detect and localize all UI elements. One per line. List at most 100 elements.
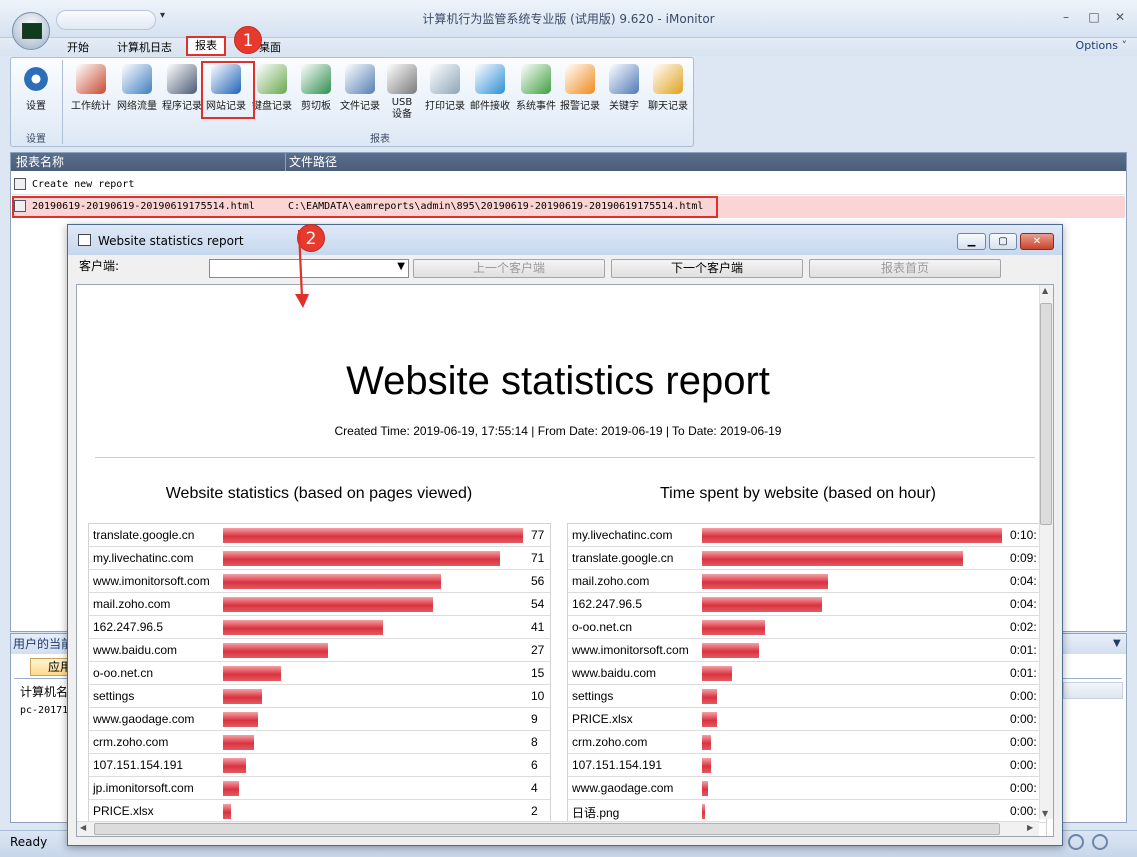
bar-value: 0:01: xyxy=(1010,666,1037,680)
table-row: translate.google.cn 77 xyxy=(89,524,550,547)
row-label: o-oo.net.cn xyxy=(93,666,154,680)
bar-value: 6 xyxy=(531,758,538,772)
client-label: 客户端: xyxy=(79,259,120,273)
ribbon-button-0[interactable]: 工作统计 xyxy=(69,62,113,122)
scroll-left-icon[interactable]: ◀ xyxy=(80,823,86,832)
bar-value: 0:04: xyxy=(1010,574,1037,588)
status-text: Ready xyxy=(10,835,48,849)
bar-value: 0:00: xyxy=(1010,804,1037,818)
ribbon-button-11[interactable]: 报警记录 xyxy=(558,62,602,122)
row-label: www.imonitorsoft.com xyxy=(572,643,689,657)
table-row: www.gaodage.com 0:00: xyxy=(568,777,1046,800)
popup-maximize-button[interactable]: ▢ xyxy=(989,233,1017,250)
table-row: o-oo.net.cn 15 xyxy=(89,662,550,685)
bar-value: 9 xyxy=(531,712,538,726)
list-item-report-file[interactable]: 20190619-20190619-20190619175514.html xyxy=(14,198,255,216)
table-row: www.imonitorsoft.com 56 xyxy=(89,570,550,593)
bar-value: 0:09: xyxy=(1010,551,1037,565)
ribbon-button-1[interactable]: 网络流量 xyxy=(115,62,159,122)
tab-desktop[interactable]: 桌面 xyxy=(259,40,281,56)
column-header-path[interactable]: 文件路径 xyxy=(285,153,337,171)
gear-icon xyxy=(21,64,51,94)
row-label: 107.151.154.191 xyxy=(93,758,184,772)
maximize-button[interactable]: □ xyxy=(1084,8,1104,26)
row-label: www.gaodage.com xyxy=(572,781,674,795)
document-icon xyxy=(14,200,26,212)
window-icon xyxy=(78,234,91,246)
ribbon-button-icon xyxy=(257,64,287,94)
ribbon-button-9[interactable]: 邮件接收 xyxy=(468,62,512,122)
ribbon-button-icon xyxy=(521,64,551,94)
ribbon-button-13[interactable]: 聊天记录 xyxy=(646,62,690,122)
bar xyxy=(223,804,231,819)
zoom-out-icon[interactable] xyxy=(1068,834,1084,850)
ribbon-button-10[interactable]: 系统事件 xyxy=(514,62,558,122)
annotation-arrow xyxy=(295,229,309,308)
list-item-create-report[interactable]: Create new report xyxy=(14,176,134,194)
bar xyxy=(702,735,711,750)
ribbon-button-label: 剪切板 xyxy=(301,101,331,112)
row-label: PRICE.xlsx xyxy=(93,804,154,818)
options-menu[interactable]: Options ˅ xyxy=(1076,39,1127,52)
tab-start[interactable]: 开始 xyxy=(67,40,89,56)
popup-minimize-button[interactable]: ▁ xyxy=(957,233,986,250)
ribbon-button-8[interactable]: 打印记录 xyxy=(424,62,466,122)
ribbon-button-2[interactable]: 程序记录 xyxy=(160,62,204,122)
next-client-button[interactable]: 下一个客户端 xyxy=(611,259,803,278)
table-row: 162.247.96.5 41 xyxy=(89,616,550,639)
bar xyxy=(702,758,711,773)
table-row: 日语.png 0:00: xyxy=(568,800,1046,823)
table-row: settings 0:00: xyxy=(568,685,1046,708)
prev-client-button[interactable]: 上一个客户端 xyxy=(413,259,605,278)
table-row: translate.google.cn 0:09: xyxy=(568,547,1046,570)
table-row: settings 10 xyxy=(89,685,550,708)
bar-value: 8 xyxy=(531,735,538,749)
ribbon-button-12[interactable]: 关键字 xyxy=(604,62,644,122)
list-item-name: Create new report xyxy=(32,179,135,190)
bar-value: 0:00: xyxy=(1010,735,1037,749)
table-row: www.baidu.com 0:01: xyxy=(568,662,1046,685)
horizontal-scroll-thumb[interactable] xyxy=(94,823,1000,835)
row-label: www.baidu.com xyxy=(93,643,178,657)
chevron-down-icon[interactable]: ▼ xyxy=(1113,638,1121,649)
ribbon-button-icon xyxy=(653,64,683,94)
ribbon-button-4[interactable]: 键盘记录 xyxy=(250,62,294,122)
ribbon-button-icon xyxy=(609,64,639,94)
column-header-name[interactable]: 报表名称 xyxy=(16,153,64,171)
bar xyxy=(223,551,500,566)
bar xyxy=(702,620,765,635)
app-menu-button[interactable] xyxy=(12,12,50,50)
bar xyxy=(223,689,262,704)
table-row: crm.zoho.com 8 xyxy=(89,731,550,754)
row-label: www.gaodage.com xyxy=(93,712,195,726)
bar-value: 0:00: xyxy=(1010,689,1037,703)
vertical-scroll-thumb[interactable] xyxy=(1040,303,1052,525)
settings-button[interactable]: 设置 xyxy=(14,62,58,122)
tab-report[interactable]: 报表 xyxy=(186,36,226,56)
scroll-down-icon[interactable]: ▼ xyxy=(1042,809,1048,818)
bar xyxy=(702,528,1002,543)
zoom-in-icon[interactable] xyxy=(1092,834,1108,850)
bar xyxy=(223,643,328,658)
ribbon-button-7[interactable]: USB设备 xyxy=(384,62,420,122)
website-record-highlight xyxy=(201,61,255,119)
scroll-right-icon[interactable]: ▶ xyxy=(1027,823,1033,832)
report-group-label: 报表 xyxy=(370,134,390,145)
bar xyxy=(702,689,717,704)
row-label: www.imonitorsoft.com xyxy=(93,574,210,588)
ribbon-button-label: 邮件接收 xyxy=(470,101,510,112)
ribbon-button-5[interactable]: 剪切板 xyxy=(296,62,336,122)
report-home-button[interactable]: 报表首页 xyxy=(809,259,1001,278)
tab-computer-log[interactable]: 计算机日志 xyxy=(117,40,172,56)
report-viewport[interactable]: Website statistics report Created Time: … xyxy=(76,284,1054,837)
scroll-up-icon[interactable]: ▲ xyxy=(1042,286,1048,295)
bar-value: 0:01: xyxy=(1010,643,1037,657)
popup-close-button[interactable]: ✕ xyxy=(1020,233,1054,250)
close-button[interactable]: ✕ xyxy=(1110,8,1130,26)
bar-value: 71 xyxy=(531,551,545,565)
bar-value: 4 xyxy=(531,781,538,795)
ribbon-button-6[interactable]: 文件记录 xyxy=(338,62,382,122)
minimize-button[interactable]: – xyxy=(1056,8,1076,26)
bar-value: 77 xyxy=(531,528,545,542)
row-label: 162.247.96.5 xyxy=(93,620,164,634)
